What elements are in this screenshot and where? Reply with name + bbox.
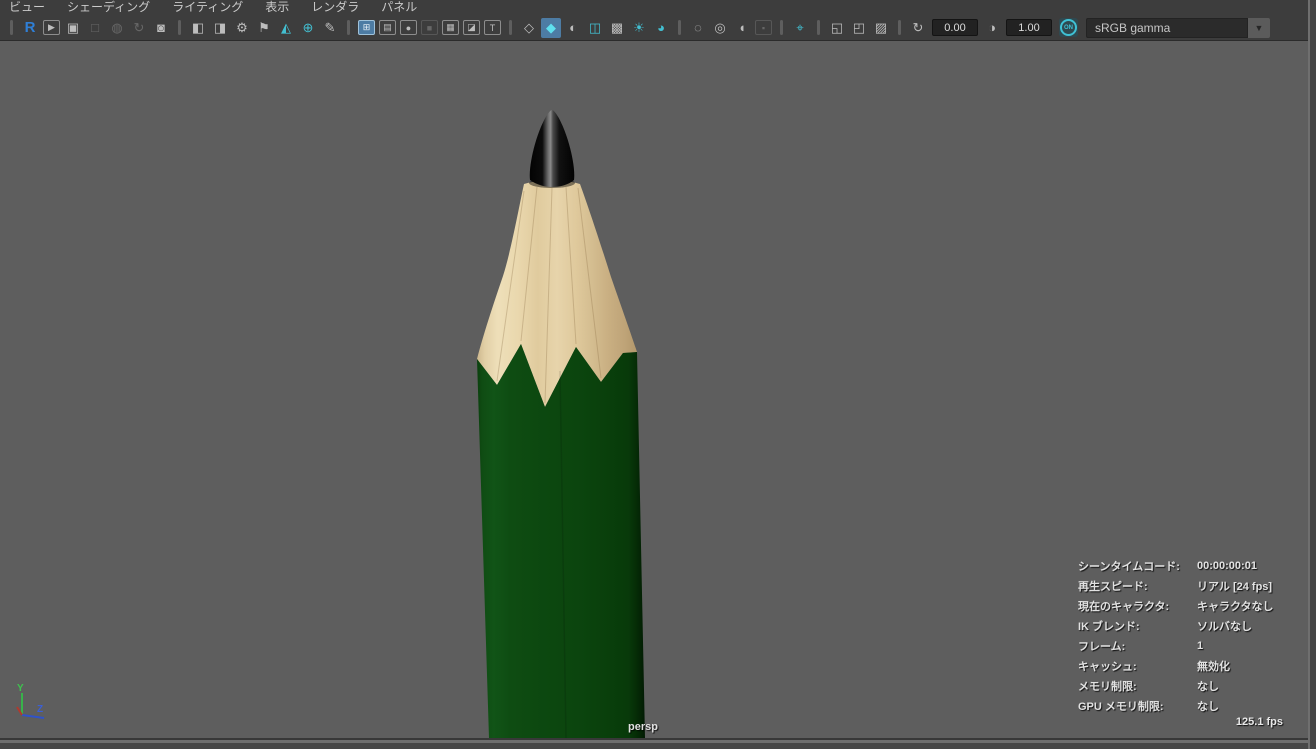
toolbar-separator	[817, 20, 820, 35]
grease-pencil-icon[interactable]: ✎	[320, 18, 340, 38]
hud-label: シーンタイムコード:	[1078, 558, 1197, 574]
hud-label: IK ブレンド:	[1078, 618, 1197, 634]
color-management-on-ring: ON	[1060, 19, 1077, 36]
textured-icon[interactable]: ◫	[585, 18, 605, 38]
export-snapshot-icon[interactable]: ▣	[63, 18, 83, 38]
hud-value: 00:00:00:01	[1197, 560, 1257, 572]
axis-z-line	[22, 715, 44, 718]
camera-attributes-icon[interactable]: ⚙	[232, 18, 252, 38]
lock-camera-icon[interactable]: ◨	[210, 18, 230, 38]
menu-renderer[interactable]: レンダラ	[307, 0, 369, 15]
menu-view[interactable]: ビュー	[5, 0, 55, 15]
panel-frame-right	[1310, 0, 1316, 749]
menu-lighting[interactable]: ライティング	[168, 0, 253, 15]
ssao-icon[interactable]: ◌	[688, 18, 708, 38]
fps-counter: 125.1 fps	[1236, 716, 1283, 728]
toolbar-separator	[780, 20, 783, 35]
shadows-icon[interactable]: ◕	[651, 18, 671, 38]
toolbar-separator	[10, 20, 13, 35]
toolbar-separator	[678, 20, 681, 35]
exposure-field[interactable]: 0.00	[932, 19, 978, 36]
hud-label: キャッシュ:	[1078, 658, 1197, 674]
depth-of-field-icon[interactable]: ◖	[732, 18, 752, 38]
hud-row: キャッシュ:無効化	[1078, 656, 1274, 676]
motion-blur-icon[interactable]: ◎	[710, 18, 730, 38]
hud-row: GPU メモリ制限:なし	[1078, 696, 1274, 716]
pan-zoom-icon[interactable]: ⊕	[298, 18, 318, 38]
toolbar-separator	[898, 20, 901, 35]
antialiasing-icon: ▪	[755, 20, 772, 35]
zoom-region-icon[interactable]: ▨	[871, 18, 891, 38]
menu-panels[interactable]: パネル	[377, 0, 427, 15]
playblast-icon[interactable]: ▶	[43, 20, 60, 35]
axis-z-label: Z	[37, 704, 43, 715]
hud-value: なし	[1197, 678, 1219, 694]
safe-action-icon[interactable]: ◪	[463, 20, 480, 35]
hud-label: フレーム:	[1078, 638, 1197, 654]
grid-icon[interactable]: ⊞	[358, 20, 375, 35]
smooth-shade-icon[interactable]: ◆	[541, 18, 561, 38]
panel-toolbar: R▶▣□◍↻◙◧◨⚙⚑◭⊕✎⊞▤●■▦◪T◇◆◐◫▩☀◕◌◎◖▪⌖◱◰▨↻0.0…	[0, 15, 1316, 41]
viewport-3d[interactable]: シーンタイムコード:00:00:00:01再生スピード:リアル [24 fps]…	[0, 41, 1316, 738]
view-transform-dropdown[interactable]: sRGB gamma▼	[1086, 18, 1270, 38]
color-management-toggle[interactable]: ON	[1059, 18, 1078, 37]
bookmark-icon[interactable]: ⚑	[254, 18, 274, 38]
stop-icon: ◍	[107, 18, 127, 38]
xray-joints-icon[interactable]: ◰	[849, 18, 869, 38]
hud-label: メモリ制限:	[1078, 678, 1197, 694]
view-transform-value: sRGB gamma	[1086, 18, 1248, 38]
hud-row: 再生スピード:リアル [24 fps]	[1078, 576, 1274, 596]
render-logo-icon[interactable]: R	[20, 18, 40, 38]
hud-value: 無効化	[1197, 658, 1230, 674]
wireframe-icon[interactable]: ◇	[519, 18, 539, 38]
hud-row: フレーム:1	[1078, 636, 1274, 656]
film-gate-icon[interactable]: ▤	[379, 20, 396, 35]
hud-row: 現在のキャラクタ:キャラクタなし	[1078, 596, 1274, 616]
image-plane-icon[interactable]: ◭	[276, 18, 296, 38]
exposure-icon[interactable]: ↻	[908, 18, 928, 38]
hud-label: 現在のキャラクタ:	[1078, 598, 1197, 614]
camera-name-label: persp	[628, 721, 658, 733]
toolbar-separator	[509, 20, 512, 35]
window-bottom-edge	[0, 743, 1316, 749]
default-material-icon[interactable]: ▩	[607, 18, 627, 38]
chevron-down-icon[interactable]: ▼	[1248, 18, 1270, 38]
menu-show[interactable]: 表示	[261, 0, 299, 15]
toolbar-separator	[347, 20, 350, 35]
toolbar-separator	[178, 20, 181, 35]
hud-value: キャラクタなし	[1197, 598, 1274, 614]
panel-frame-right-highlight	[1308, 0, 1310, 749]
menu-shading[interactable]: シェーディング	[63, 0, 160, 15]
hud-row: IK ブレンド:ソルバなし	[1078, 616, 1274, 636]
contrast-icon[interactable]: ◑	[982, 18, 1002, 38]
refresh-icon: ↻	[129, 18, 149, 38]
axis-gizmo: Y Z	[8, 681, 68, 738]
lighting-icon[interactable]: ☀	[629, 18, 649, 38]
hud-playback-info: シーンタイムコード:00:00:00:01再生スピード:リアル [24 fps]…	[1078, 556, 1274, 716]
safe-title-icon[interactable]: T	[484, 20, 501, 35]
hud-label: GPU メモリ制限:	[1078, 698, 1197, 714]
field-chart-icon[interactable]: ▦	[442, 20, 459, 35]
snapshot-camera-icon[interactable]: ◙	[151, 18, 171, 38]
pencil-graphite-tip	[530, 110, 575, 187]
hud-label: 再生スピード:	[1078, 578, 1197, 594]
axis-y-label: Y	[17, 683, 24, 694]
hud-value: なし	[1197, 698, 1219, 714]
hud-row: シーンタイムコード:00:00:00:01	[1078, 556, 1274, 576]
flat-shade-icon[interactable]: ◐	[563, 18, 583, 38]
select-camera-icon[interactable]: ◧	[188, 18, 208, 38]
hud-value: ソルバなし	[1197, 618, 1252, 634]
hud-row: メモリ制限:なし	[1078, 676, 1274, 696]
hud-value: リアル [24 fps]	[1197, 578, 1272, 594]
isolate-select-icon[interactable]: ⌖	[790, 18, 810, 38]
gate-mask-icon: ■	[421, 20, 438, 35]
contrast-field[interactable]: 1.00	[1006, 19, 1052, 36]
hud-value: 1	[1197, 640, 1203, 652]
xray-icon[interactable]: ◱	[827, 18, 847, 38]
resolution-gate-icon[interactable]: ●	[400, 20, 417, 35]
panel-menubar: ビューシェーディングライティング表示レンダラパネル	[0, 0, 1316, 15]
pause-icon: □	[85, 18, 105, 38]
